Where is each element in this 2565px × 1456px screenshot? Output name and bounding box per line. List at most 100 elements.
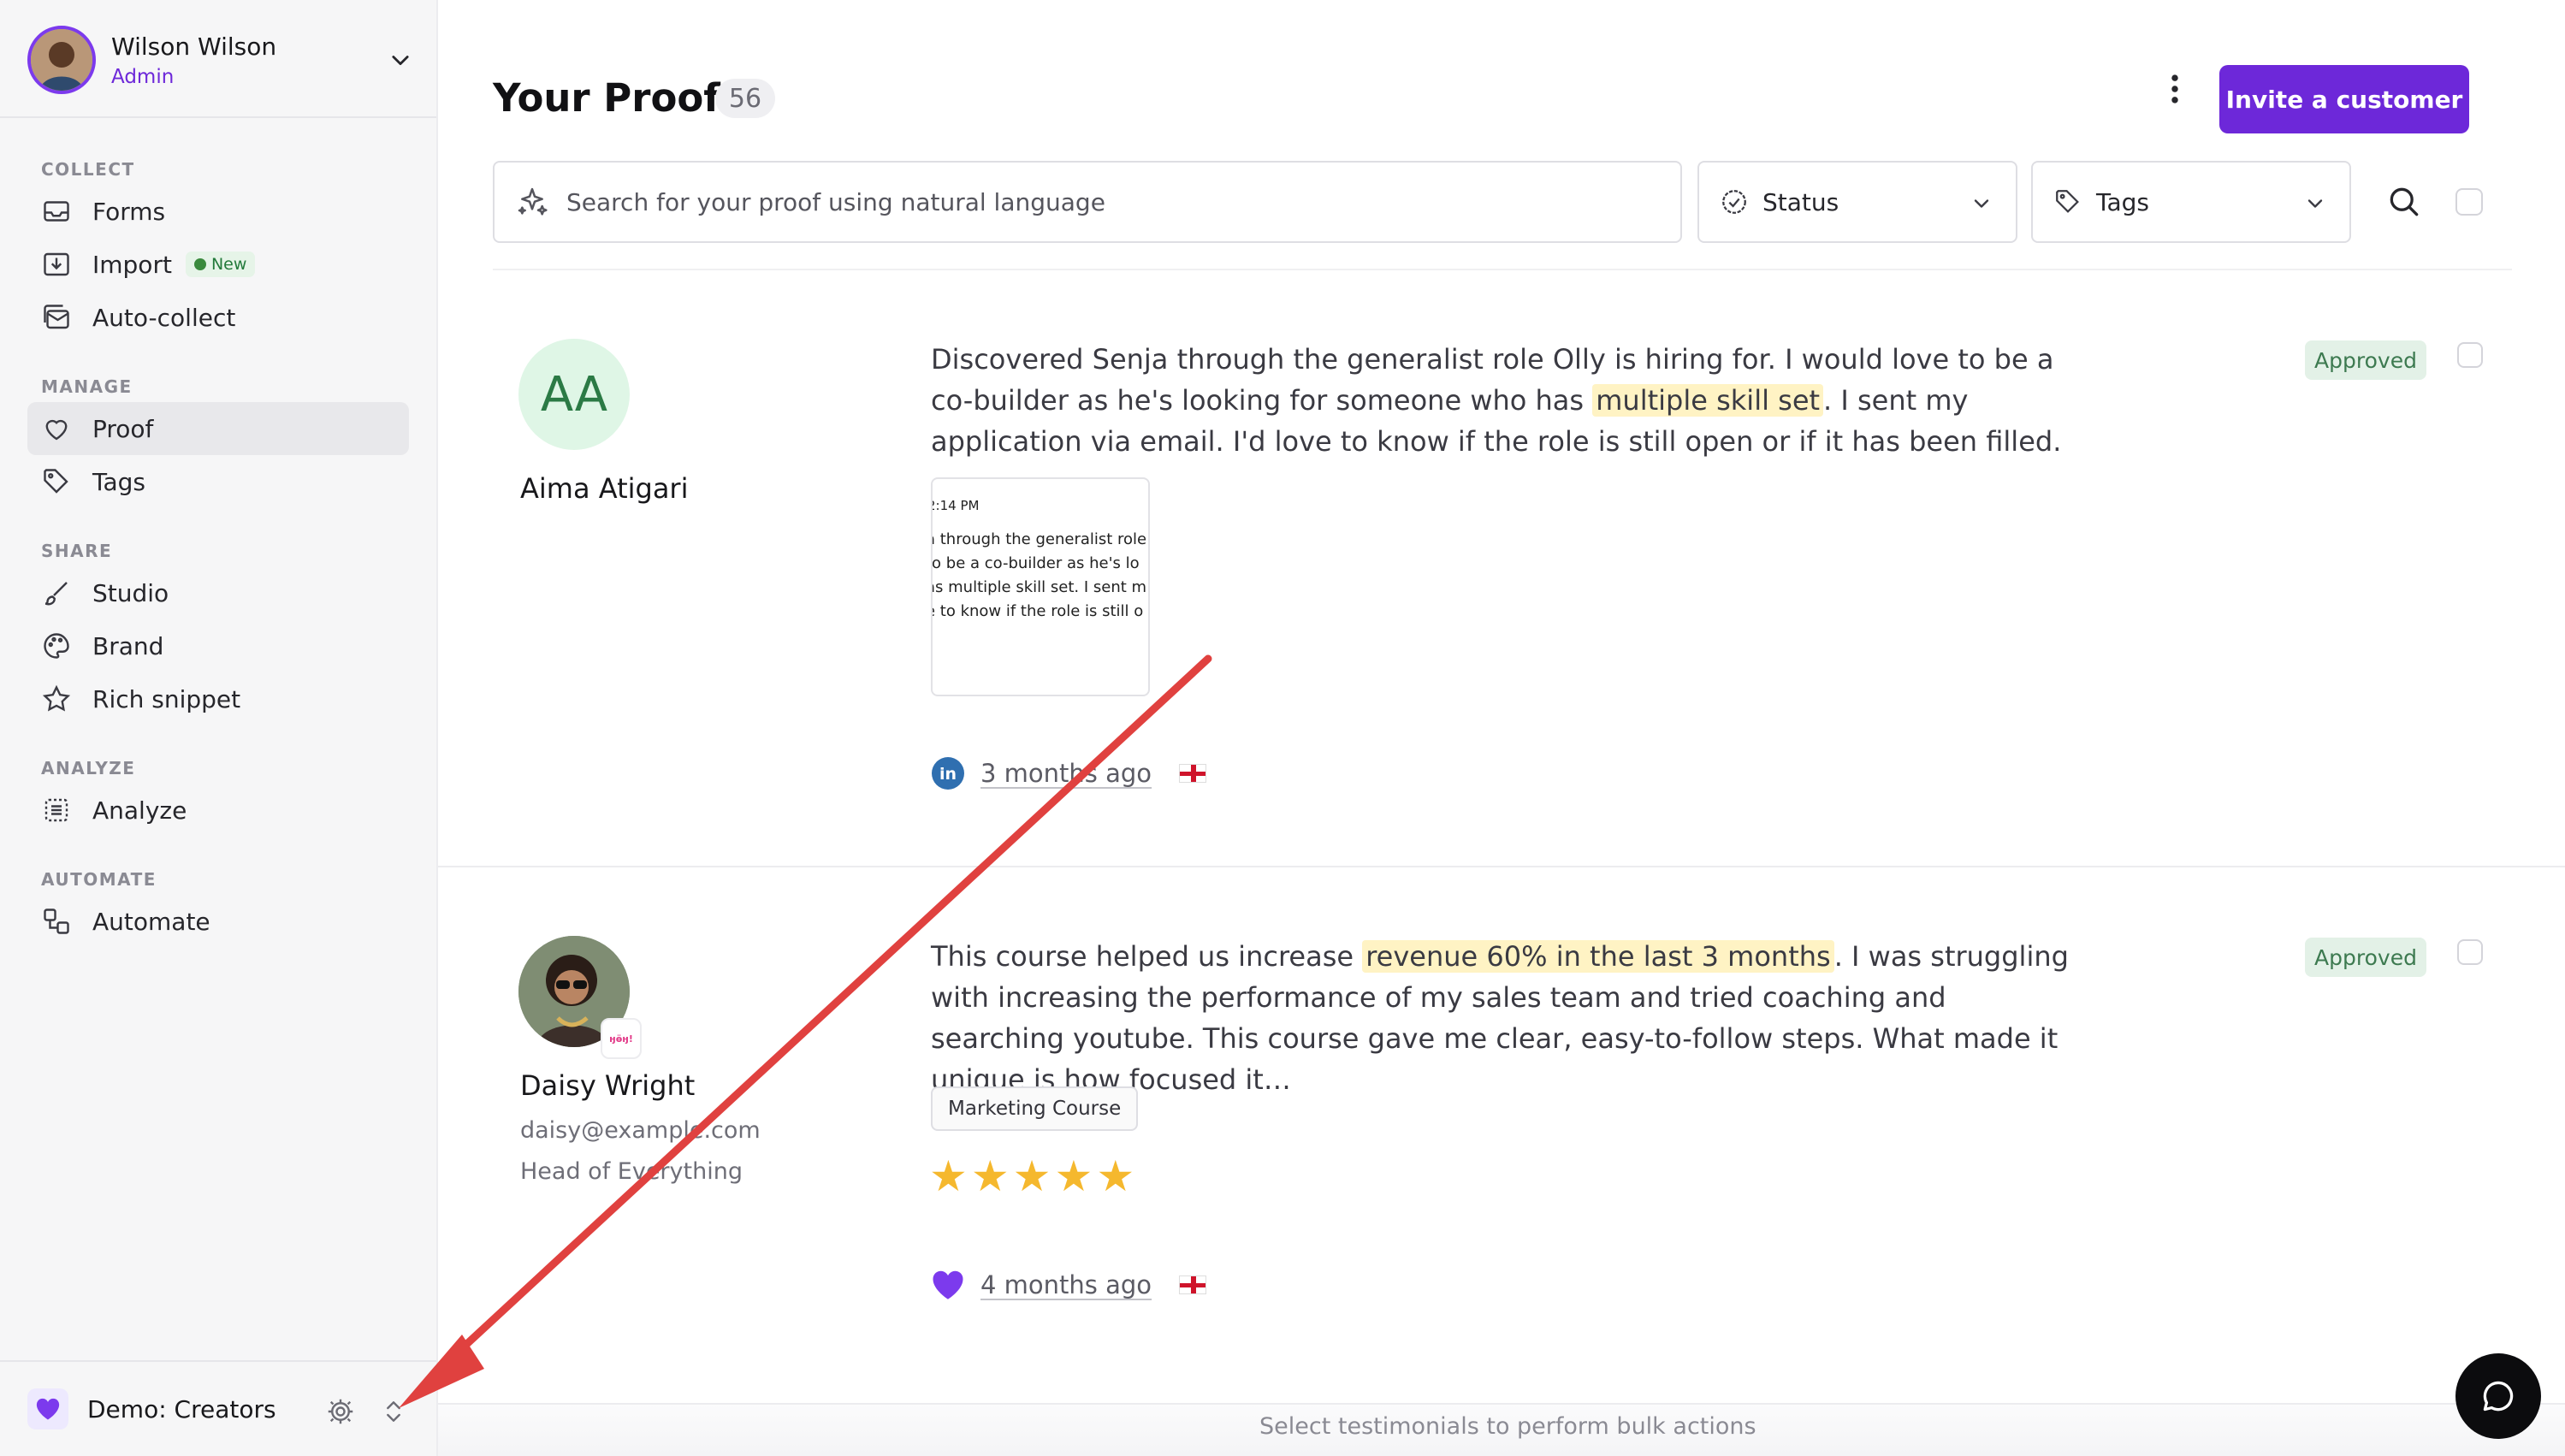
star-rating: ★ ★ ★ ★ ★ xyxy=(929,1155,1138,1198)
palette-icon xyxy=(44,633,69,659)
select-all-checkbox[interactable] xyxy=(2455,188,2483,216)
attachment-text: to be a co-builder as he's lo xyxy=(931,554,1140,572)
sidebar-item-proof[interactable]: Proof xyxy=(27,402,409,455)
more-options-icon[interactable] xyxy=(2159,72,2190,106)
attachment-text: 2:14 PM xyxy=(931,498,980,513)
customer-name[interactable]: Aima Atigari xyxy=(520,472,688,505)
status-badge[interactable]: Approved xyxy=(2305,340,2426,380)
user-role: Admin xyxy=(111,65,175,88)
svg-text:in: in xyxy=(939,765,957,784)
sidebar-item-tags[interactable]: Tags xyxy=(27,455,409,508)
sidebar-nav: COLLECT Forms Import New Auto-collect MA… xyxy=(27,154,409,948)
linkedin-icon[interactable]: in xyxy=(931,756,965,790)
star-icon: ★ xyxy=(970,1151,1010,1201)
timestamp-link[interactable]: 4 months ago xyxy=(980,1270,1152,1299)
star-icon: ★ xyxy=(1054,1151,1093,1201)
proof-count-badge: 56 xyxy=(715,79,775,118)
import-icon xyxy=(44,252,69,276)
tags-dropdown-label: Tags xyxy=(2096,187,2149,216)
heart-source-icon[interactable] xyxy=(931,1268,965,1302)
highlighted-phrase: revenue 60% in the last 3 months xyxy=(1362,940,1834,973)
sidebar-item-rich-snippet[interactable]: Rich snippet xyxy=(27,672,409,725)
sidebar-item-label: Proof xyxy=(92,414,154,443)
chevron-down-icon xyxy=(2307,199,2323,208)
sidebar-item-automate[interactable]: Automate xyxy=(27,895,409,948)
sidebar-item-label: Import xyxy=(92,250,172,279)
testimonial-meta: 4 months ago xyxy=(931,1268,1207,1302)
timestamp-link[interactable]: 3 months ago xyxy=(980,759,1152,788)
sidebar-item-brand[interactable]: Brand xyxy=(27,619,409,672)
attachment-text: e to know if the role is still o xyxy=(931,602,1144,620)
sidebar-item-forms[interactable]: Forms xyxy=(27,185,409,238)
search-field[interactable] xyxy=(493,161,1682,243)
sidebar-item-auto-collect[interactable]: Auto-collect xyxy=(27,291,409,344)
avatar xyxy=(27,26,96,94)
sidebar-item-label: Studio xyxy=(92,578,169,607)
chevron-down-icon xyxy=(1974,199,1989,208)
status-badge[interactable]: Approved xyxy=(2305,938,2426,977)
check-circle-icon xyxy=(1722,190,1746,214)
testimonial-text[interactable]: Discovered Senja through the generalist … xyxy=(931,339,2077,462)
search-icon[interactable] xyxy=(2385,183,2423,221)
flag-icon xyxy=(1179,1275,1207,1294)
attachment-thumbnail[interactable]: 2:14 PM a through the generalist role to… xyxy=(931,477,1150,696)
divider xyxy=(0,116,436,118)
section-title-automate: AUTOMATE xyxy=(41,869,157,890)
workspace-logo xyxy=(27,1388,68,1429)
workspace-switcher[interactable]: Demo: Creators xyxy=(0,1360,436,1456)
inbox-icon xyxy=(44,201,69,222)
chevron-up-down-icon[interactable] xyxy=(380,1396,407,1427)
sparkle-icon xyxy=(518,187,548,216)
testimonial-text[interactable]: This course helped us increase revenue 6… xyxy=(931,936,2077,1100)
sidebar-item-label: Tags xyxy=(92,467,145,496)
gear-icon[interactable] xyxy=(325,1396,356,1427)
sidebar-item-studio[interactable]: Studio xyxy=(27,566,409,619)
divider xyxy=(438,866,2565,867)
highlighted-phrase: multiple skill set xyxy=(1592,384,1824,417)
company-logo: ӈӫӈ! xyxy=(601,1018,642,1059)
tag-chip[interactable]: Marketing Course xyxy=(931,1086,1139,1131)
tags-dropdown[interactable]: Tags xyxy=(2031,161,2351,243)
status-dropdown[interactable]: Status xyxy=(1697,161,2017,243)
row-checkbox[interactable] xyxy=(2457,342,2483,368)
customer-email: daisy@example.com xyxy=(520,1117,761,1144)
brush-icon xyxy=(44,582,68,606)
sidebar-item-import[interactable]: Import New xyxy=(27,238,409,291)
sidebar-item-label: Auto-collect xyxy=(92,303,236,332)
chat-bubble-icon xyxy=(2483,1381,2514,1412)
section-title-collect: COLLECT xyxy=(41,159,135,180)
divider xyxy=(493,269,2512,270)
section-title-analyze: ANALYZE xyxy=(41,758,136,778)
sidebar-item-label: Brand xyxy=(92,631,164,660)
user-name: Wilson Wilson xyxy=(111,32,277,61)
star-icon xyxy=(42,684,71,712)
chat-launcher-button[interactable] xyxy=(2455,1353,2541,1439)
analyze-icon xyxy=(44,798,68,822)
section-title-manage: MANAGE xyxy=(41,376,133,397)
bulk-actions-hint: Select testimonials to perform bulk acti… xyxy=(1259,1413,1756,1440)
customer-title: Head of Everything xyxy=(520,1158,743,1185)
star-icon: ★ xyxy=(1096,1151,1135,1201)
section-title-share: SHARE xyxy=(41,541,113,561)
new-badge-label: New xyxy=(210,255,247,274)
user-menu[interactable]: Wilson Wilson Admin xyxy=(27,24,412,96)
tag-icon xyxy=(2056,190,2079,213)
invite-customer-button[interactable]: Invite a customer xyxy=(2219,65,2469,133)
star-icon: ★ xyxy=(1012,1151,1051,1201)
chevron-down-icon[interactable] xyxy=(388,48,412,72)
workspace-name: Demo: Creators xyxy=(87,1394,276,1423)
sidebar-item-label: Forms xyxy=(92,197,166,226)
attachment-text: as multiple skill set. I sent m xyxy=(931,578,1147,596)
search-input[interactable] xyxy=(566,187,1593,216)
mail-stack-icon xyxy=(44,305,69,329)
testimonial-text-part: This course helped us increase xyxy=(931,940,1363,973)
star-icon: ★ xyxy=(929,1151,968,1201)
avatar-initials: AA xyxy=(518,339,630,450)
row-checkbox[interactable] xyxy=(2457,939,2483,965)
sidebar-item-analyze[interactable]: Analyze xyxy=(27,784,409,837)
attachment-text: a through the generalist role xyxy=(931,530,1147,548)
customer-name[interactable]: Daisy Wright xyxy=(520,1069,695,1102)
heart-icon xyxy=(36,1398,60,1420)
sidebar: Wilson Wilson Admin COLLECT Forms Import… xyxy=(0,0,438,1456)
testimonial-meta: in 3 months ago xyxy=(931,756,1207,790)
